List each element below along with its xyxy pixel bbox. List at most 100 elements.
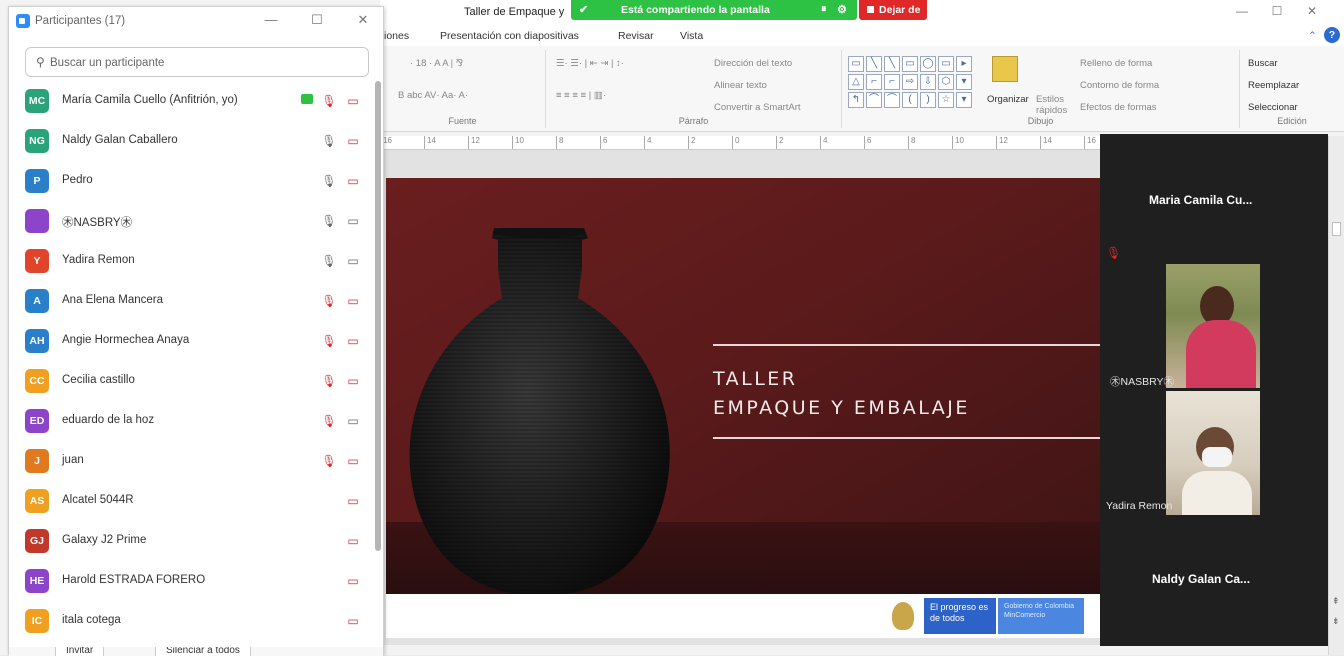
- mic-muted-icon[interactable]: 🎙: [321, 293, 337, 309]
- share-banner[interactable]: ✔ Está compartiendo la pantalla ⏸ ⚙: [571, 0, 857, 20]
- participant-row[interactable]: CC Cecilia castillo 🎙 ▭: [9, 361, 375, 401]
- video-off-icon[interactable]: ▭: [345, 493, 361, 509]
- close-icon[interactable]: ✕: [1300, 4, 1324, 20]
- video-off-icon[interactable]: ▭: [345, 333, 361, 349]
- close-icon[interactable]: ✕: [353, 12, 373, 28]
- video-off-icon[interactable]: ▭: [345, 453, 361, 469]
- participant-row[interactable]: AS Alcatel 5044R ▭: [9, 481, 375, 521]
- avatar: AS: [25, 489, 49, 513]
- group-fuente: · 18 · A A | ⅋ B abc AV· Aa· A· Fuente: [380, 50, 546, 128]
- maximize-icon[interactable]: ☐: [307, 12, 327, 28]
- smartart-button[interactable]: Convertir a SmartArt: [714, 102, 801, 113]
- participant-row[interactable]: ED eduardo de la hoz 🎙 ▭: [9, 401, 375, 441]
- video-feed-nasbry[interactable]: [1166, 264, 1260, 388]
- mic-icon[interactable]: 🎙: [321, 173, 337, 189]
- participant-list: MC María Camila Cuello (Anfitrión, yo) 🎙…: [9, 81, 379, 641]
- participant-row[interactable]: HE Harold ESTRADA FORERO ▭: [9, 561, 375, 601]
- minimize-icon[interactable]: —: [1230, 4, 1254, 20]
- video-off-icon[interactable]: ▭: [345, 133, 361, 149]
- find-button[interactable]: Buscar: [1248, 58, 1278, 69]
- minimize-icon[interactable]: —: [261, 12, 281, 27]
- tab-animaciones[interactable]: iones: [384, 30, 409, 42]
- participant-row[interactable]: AH Angie Hormechea Anaya 🎙 ▭: [9, 321, 375, 361]
- video-on-icon[interactable]: ▭: [345, 213, 361, 229]
- maximize-icon[interactable]: ☐: [1265, 4, 1289, 20]
- tab-revisar[interactable]: Revisar: [618, 30, 654, 42]
- list-tools[interactable]: ☰· ☰· | ⇤ ⇥ | ↕·: [556, 58, 624, 69]
- avatar: IC: [25, 609, 49, 633]
- ribbon-collapse-icon[interactable]: ⌃: [1308, 30, 1317, 42]
- shapes-gallery[interactable]: ▭ ╲ ╲ ▭ ◯ ▭ ▸ △ ⌐ ⌐ ⇨ ⇩ ⬡ ▾ ↰ ⌒ ⌒() ☆ ▾: [848, 56, 972, 108]
- search-input[interactable]: [50, 54, 360, 72]
- video-off-icon[interactable]: ▭: [345, 93, 361, 109]
- participant-name: Angie Hormechea Anaya: [62, 334, 190, 346]
- video-off-icon[interactable]: ▭: [345, 173, 361, 189]
- stop-share-label: Dejar de: [879, 4, 921, 16]
- avatar: MC: [25, 89, 49, 113]
- slide-editor: TALLER EMPAQUE Y EMBALAJE El progreso es…: [380, 150, 1100, 645]
- more-share-options-icon[interactable]: ⚙: [837, 3, 847, 16]
- participant-row[interactable]: ㊍NASBRY㊍ 🎙 ▭: [9, 201, 375, 241]
- arrange-button[interactable]: Organizar: [987, 94, 1029, 105]
- participant-row[interactable]: P Pedro 🎙 ▭: [9, 161, 375, 201]
- participant-row[interactable]: A Ana Elena Mancera 🎙 ▭: [9, 281, 375, 321]
- stop-share-button[interactable]: Dejar de: [859, 0, 927, 20]
- shape-outline-button[interactable]: Contorno de forma: [1080, 80, 1159, 91]
- participant-row[interactable]: GJ Galaxy J2 Prime ▭: [9, 521, 375, 561]
- mic-muted-icon[interactable]: 🎙: [321, 413, 337, 429]
- video-on-icon[interactable]: ▭: [345, 413, 361, 429]
- shape-fill-button[interactable]: Relleno de forma: [1080, 58, 1152, 69]
- video-off-icon[interactable]: ▭: [345, 533, 361, 549]
- ribbon: · 18 · A A | ⅋ B abc AV· Aa· A· Fuente ☰…: [380, 46, 1344, 132]
- participant-name: Harold ESTRADA FORERO: [62, 574, 206, 586]
- tab-vista[interactable]: Vista: [680, 30, 703, 42]
- mic-icon[interactable]: 🎙: [321, 253, 337, 269]
- quick-styles-button[interactable]: Estilos rápidos: [1036, 94, 1072, 116]
- participant-row[interactable]: Y Yadira Remon 🎙 ▭: [9, 241, 375, 281]
- stop-icon: [867, 6, 874, 13]
- mic-muted-icon[interactable]: 🎙: [321, 453, 337, 469]
- align-text-button[interactable]: Alinear texto: [714, 80, 767, 91]
- shape-effects-button[interactable]: Efectos de formas: [1080, 102, 1157, 113]
- video-on-icon[interactable]: ▭: [345, 253, 361, 269]
- font-size-select[interactable]: · 18 · A A | ⅋: [410, 58, 463, 69]
- prev-slide-icon[interactable]: ⇞: [1332, 596, 1340, 607]
- pause-share-icon[interactable]: ⏸: [821, 3, 827, 16]
- mic-muted-icon[interactable]: 🎙: [321, 93, 337, 109]
- font-format-tools[interactable]: B abc AV· Aa· A·: [398, 90, 468, 101]
- participant-row[interactable]: MC María Camila Cuello (Anfitrión, yo) 🎙…: [9, 81, 375, 121]
- avatar: CC: [25, 369, 49, 393]
- group-dibujo: ▭ ╲ ╲ ▭ ◯ ▭ ▸ △ ⌐ ⌐ ⇨ ⇩ ⬡ ▾ ↰ ⌒ ⌒() ☆ ▾ Organizar Estilo…: [842, 50, 1240, 128]
- face-mask: [1202, 447, 1232, 467]
- next-slide-icon[interactable]: ⇟: [1332, 616, 1340, 627]
- participants-scrollbar[interactable]: [375, 81, 381, 551]
- participant-name: Pedro: [62, 174, 93, 186]
- video-off-icon[interactable]: ▭: [345, 373, 361, 389]
- mic-muted-icon[interactable]: 🎙: [321, 333, 337, 349]
- replace-button[interactable]: Reemplazar: [1248, 80, 1299, 91]
- video-off-icon[interactable]: ▭: [345, 613, 361, 629]
- participant-row[interactable]: NG Naldy Galan Caballero 🎙 ▭: [9, 121, 375, 161]
- text-direction-button[interactable]: Dirección del texto: [714, 58, 792, 69]
- video-feed-yadira[interactable]: [1166, 391, 1260, 515]
- scroll-thumb[interactable]: [1332, 222, 1341, 236]
- vertical-scrollbar[interactable]: ⇞ ⇟: [1328, 136, 1344, 655]
- ppt-title: Taller de Empaque y: [464, 6, 565, 18]
- mic-active-icon[interactable]: 🎙: [321, 213, 337, 229]
- participant-row[interactable]: IC itala cotega ▭: [9, 601, 375, 641]
- align-tools[interactable]: ≡ ≡ ≡ ≡ | ▥·: [556, 90, 606, 101]
- search-icon: ⚲: [36, 55, 45, 69]
- slide-canvas[interactable]: TALLER EMPAQUE Y EMBALAJE: [386, 178, 1100, 594]
- tab-presentacion[interactable]: Presentación con diapositivas: [440, 30, 579, 42]
- participants-title: Participantes (17): [35, 15, 126, 27]
- help-icon[interactable]: ?: [1324, 27, 1340, 43]
- mic-icon[interactable]: 🎙: [321, 133, 337, 149]
- avatar: P: [25, 169, 49, 193]
- participant-name: juan: [62, 454, 84, 466]
- video-off-icon[interactable]: ▭: [345, 293, 361, 309]
- participant-row[interactable]: J juan 🎙 ▭: [9, 441, 375, 481]
- video-off-icon[interactable]: ▭: [345, 573, 361, 589]
- share-banner-text: Está compartiendo la pantalla: [621, 4, 770, 16]
- select-button[interactable]: Seleccionar: [1248, 102, 1298, 113]
- mic-muted-icon[interactable]: 🎙: [321, 373, 337, 389]
